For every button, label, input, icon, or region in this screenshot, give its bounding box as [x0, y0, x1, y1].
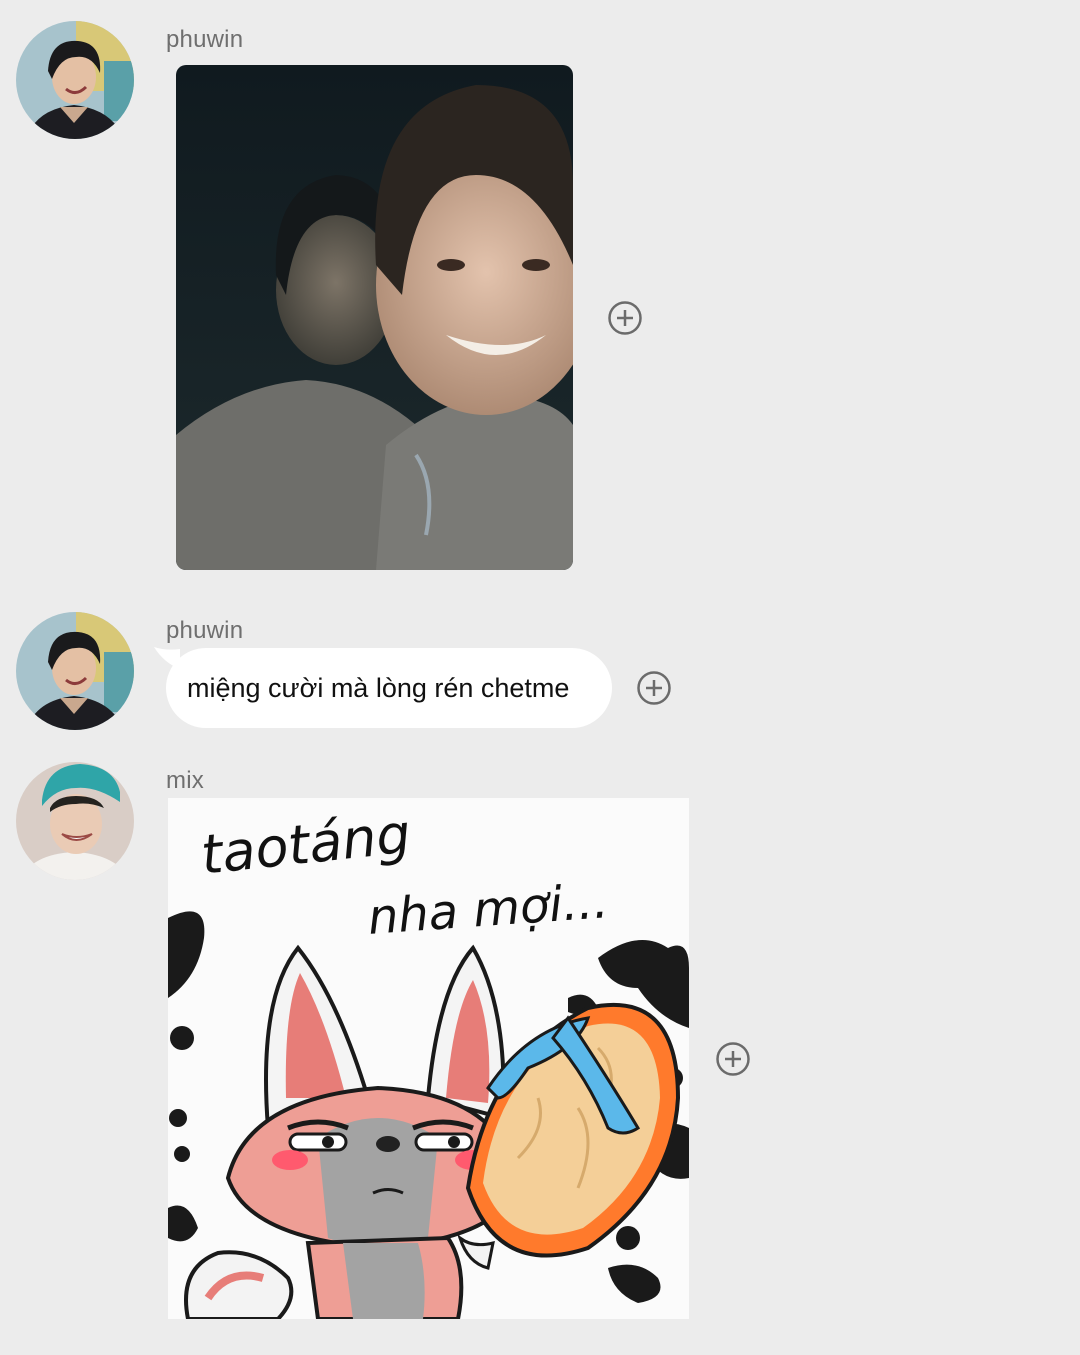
avatar[interactable]	[16, 762, 134, 880]
message-text: miệng cười mà lòng rén chetme	[187, 672, 570, 703]
avatar[interactable]	[16, 21, 134, 139]
sender-name: mix	[166, 767, 204, 794]
sender-name: phuwin	[166, 617, 244, 644]
add-reaction-icon[interactable]	[608, 301, 642, 335]
chat-thread: phuwin phuwin miệng cười mà lòng rén che…	[0, 0, 1080, 1355]
sender-name: phuwin	[166, 26, 244, 53]
add-reaction-icon[interactable]	[637, 671, 671, 705]
add-reaction-icon[interactable]	[716, 1042, 750, 1076]
text-message-bubble[interactable]: miệng cười mà lòng rén chetme	[166, 648, 612, 728]
sticker-message[interactable]: taotáng nha mợi...	[168, 798, 689, 1319]
avatar[interactable]	[16, 612, 134, 730]
photo-message[interactable]	[176, 65, 573, 570]
